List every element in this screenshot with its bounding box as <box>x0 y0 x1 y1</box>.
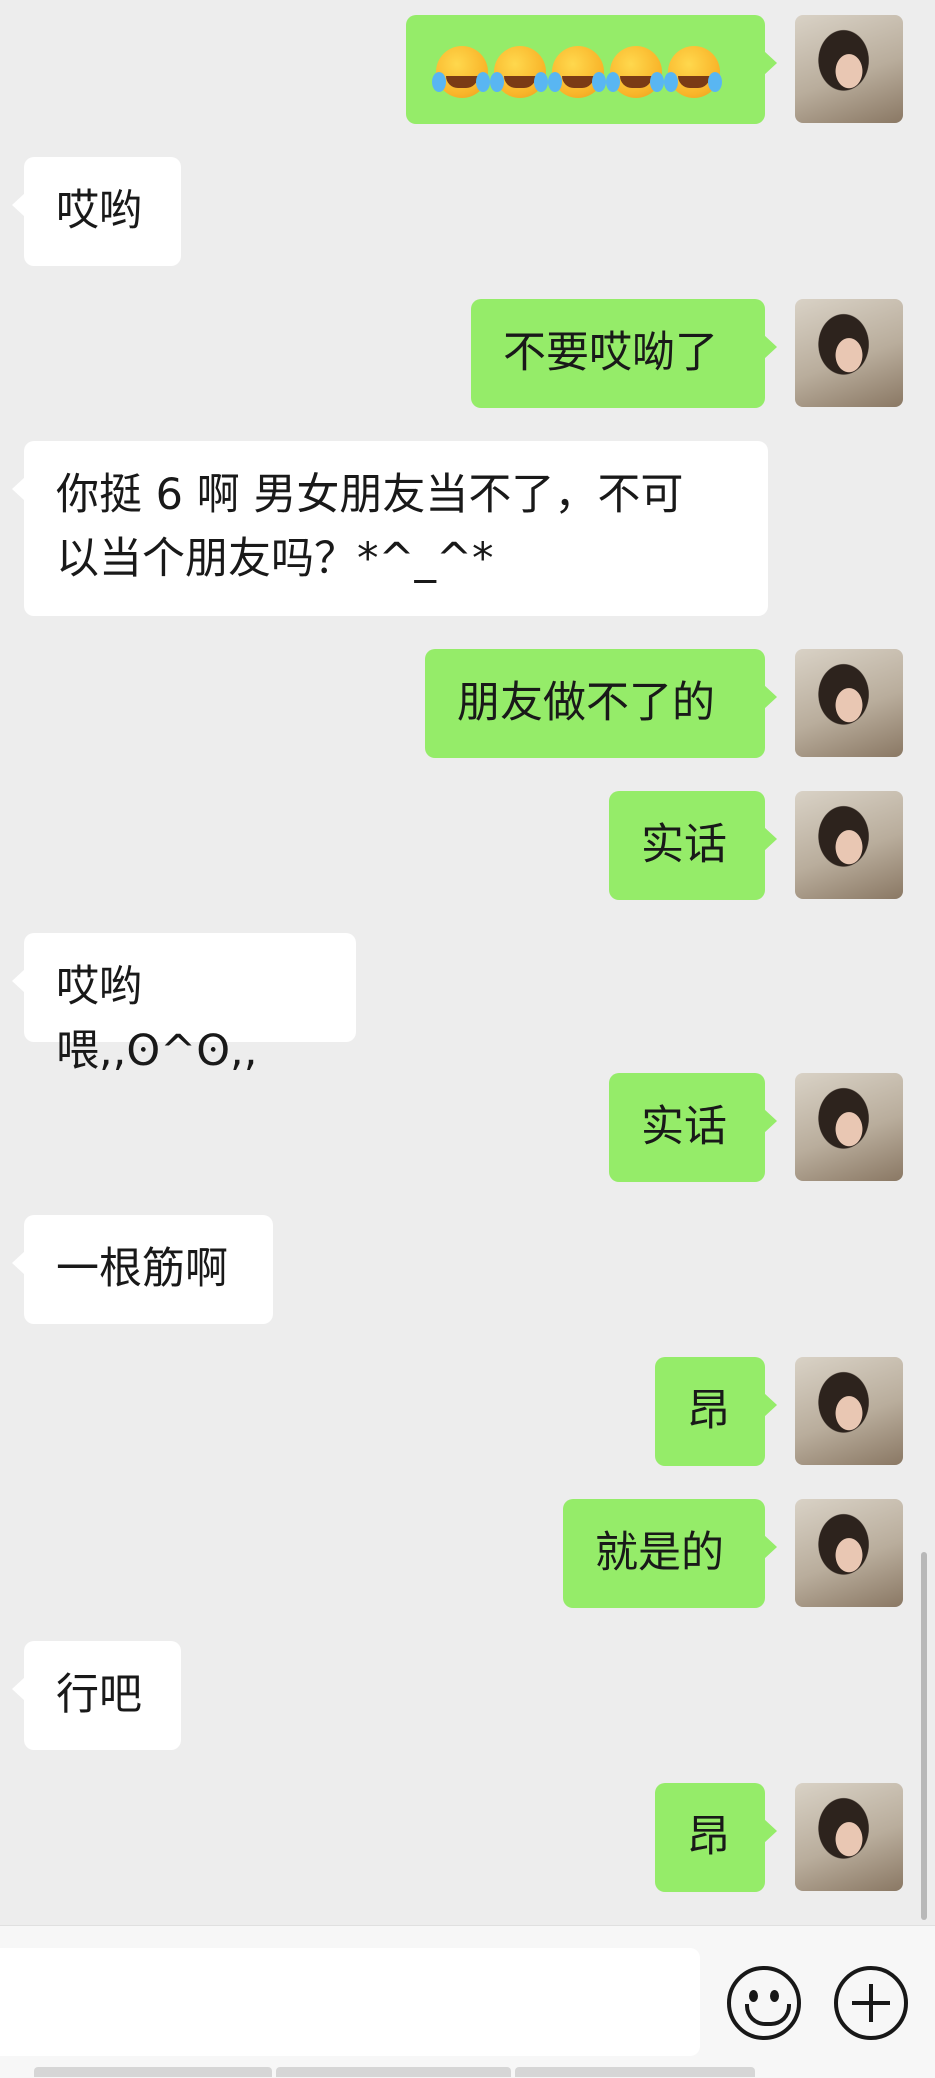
message-bubble-outgoing[interactable]: 就是的 <box>563 1499 777 1608</box>
keyboard-key[interactable] <box>34 2067 272 2077</box>
message-text-line: 你挺 6 啊 男女朋友当不了，不可 <box>56 470 684 520</box>
message-bubble-incoming[interactable]: 哎哟喂,,ʘ^ʘ,, <box>12 933 356 1076</box>
avatar[interactable] <box>795 1073 903 1181</box>
avatar[interactable] <box>795 791 903 899</box>
message-text: 实话 <box>641 1102 727 1152</box>
message-text: 昂 <box>687 1812 730 1862</box>
eye <box>749 1990 758 2002</box>
avatar[interactable] <box>795 1783 903 1891</box>
message-text: 昂 <box>687 1386 730 1436</box>
message-text: 哎哟喂,,ʘ^ʘ,, <box>56 962 258 1076</box>
message-bubble-incoming[interactable]: 你挺 6 啊 男女朋友当不了，不可 以当个朋友吗？*^_^* <box>12 441 768 616</box>
message-bubble-incoming[interactable]: 行吧 <box>12 1641 181 1750</box>
message-bubble-outgoing[interactable]: 不要哎呦了 <box>471 299 777 408</box>
message-text: 一根筋啊 <box>56 1244 228 1294</box>
message-input[interactable] <box>0 1948 700 2056</box>
loudly-crying-emoji-icon <box>548 45 604 98</box>
message-bubble-incoming[interactable]: 一根筋啊 <box>12 1215 273 1324</box>
smiley-face-icon[interactable] <box>727 1966 801 2040</box>
loudly-crying-emoji-icon <box>432 45 488 98</box>
message-text: 朋友做不了的 <box>457 678 715 728</box>
mouth <box>745 2004 791 2026</box>
loudly-crying-emoji-icon <box>606 45 662 98</box>
loudly-crying-emoji-icon <box>490 45 546 98</box>
message-text: 哎哟 <box>56 186 142 236</box>
plus-circle-icon[interactable] <box>834 1966 908 2040</box>
message-text-line: 以当个朋友吗？*^_^* <box>56 534 494 584</box>
avatar[interactable] <box>795 1499 903 1607</box>
message-text: 实话 <box>641 820 727 870</box>
avatar[interactable] <box>795 1357 903 1465</box>
message-bubble-incoming[interactable]: 哎哟 <box>12 157 181 266</box>
eye <box>770 1990 779 2002</box>
loudly-crying-emoji-icon <box>664 45 720 98</box>
input-bar <box>0 1925 935 2078</box>
message-text: 就是的 <box>595 1528 724 1578</box>
keyboard-key[interactable] <box>515 2067 755 2077</box>
avatar[interactable] <box>795 649 903 757</box>
keyboard-key[interactable] <box>276 2067 511 2077</box>
message-bubble-outgoing[interactable]: 昂 <box>655 1783 777 1892</box>
scrollbar[interactable] <box>921 1552 927 1920</box>
message-bubble-outgoing[interactable]: 实话 <box>609 1073 777 1182</box>
avatar[interactable] <box>795 299 903 407</box>
message-bubble-outgoing[interactable]: 朋友做不了的 <box>425 649 777 758</box>
message-bubble-outgoing[interactable]: 实话 <box>609 791 777 900</box>
avatar[interactable] <box>795 15 903 123</box>
message-bubble-outgoing[interactable] <box>406 15 777 124</box>
message-bubble-outgoing[interactable]: 昂 <box>655 1357 777 1466</box>
message-text: 不要哎呦了 <box>503 328 718 378</box>
message-text: 行吧 <box>56 1670 142 1720</box>
